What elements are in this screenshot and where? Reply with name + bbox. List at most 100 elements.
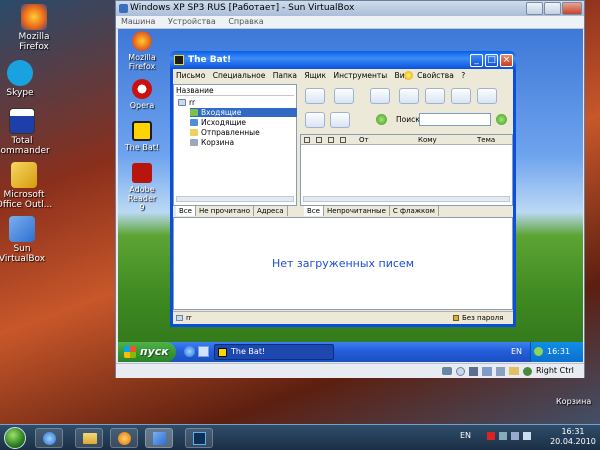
network-tray-icon[interactable]	[534, 347, 543, 356]
host-desktop-icon-virtualbox[interactable]: Sun VirtualBox	[0, 216, 54, 264]
virtualbox-close-button[interactable]	[562, 2, 582, 15]
guest-lang-indicator[interactable]: EN	[511, 347, 522, 356]
vbox-menu-devices[interactable]: Устройства	[163, 16, 221, 27]
tab-all[interactable]: Все	[176, 206, 196, 216]
bat-menu-options[interactable]: Свойства	[417, 71, 454, 80]
host-taskbar-media-player[interactable]	[110, 428, 138, 448]
network-icon[interactable]	[482, 367, 492, 376]
volume-icon[interactable]	[523, 432, 531, 440]
new-message-button[interactable]	[370, 88, 390, 104]
bat-menu-tools[interactable]: Инструменты	[333, 71, 387, 80]
usb-icon[interactable]	[496, 367, 505, 376]
host-taskbar-photoshop[interactable]	[185, 428, 213, 448]
cd-icon[interactable]	[456, 367, 465, 376]
the-bat-titlebar[interactable]: The Bat!	[170, 51, 516, 69]
bat-maximize-button[interactable]: □	[485, 54, 498, 67]
delete-button[interactable]	[477, 88, 497, 104]
column-to[interactable]: Кому	[418, 135, 437, 145]
reply-button[interactable]	[399, 88, 419, 104]
priority-column-icon[interactable]	[316, 137, 322, 143]
bat-minimize-button[interactable]: _	[470, 54, 483, 67]
host-start-button[interactable]	[4, 427, 26, 449]
search-go-icon[interactable]	[496, 114, 507, 125]
host-desktop-icon-total-commander[interactable]: Total Commander	[0, 108, 54, 156]
virtualbox-minimize-button[interactable]	[526, 2, 543, 15]
virtualbox-icon	[119, 4, 128, 13]
guest-tray: 16:31	[530, 342, 583, 362]
guest-icon-label: Adobe Reader 9	[127, 185, 157, 212]
the-bat-icon	[218, 348, 227, 357]
vbox-menu-help[interactable]: Справка	[223, 16, 268, 27]
host-taskbar-ie[interactable]	[35, 428, 63, 448]
message-list-scrollbar[interactable]	[303, 196, 510, 202]
search-input[interactable]	[419, 113, 491, 126]
tray-icon[interactable]	[499, 432, 507, 440]
bat-menu-folder[interactable]: Папка	[273, 71, 297, 80]
get-mail-button[interactable]	[305, 88, 325, 104]
flag-column-icon[interactable]	[328, 137, 334, 143]
bat-menu-help[interactable]: ?	[461, 71, 465, 80]
guest-icon-opera[interactable]: Opera	[118, 79, 166, 110]
sun-icon[interactable]	[404, 71, 413, 80]
bat-menu-special[interactable]: Специальное	[213, 71, 266, 80]
reply-all-button[interactable]	[425, 88, 445, 104]
guest-task-the-bat[interactable]: The Bat!	[214, 344, 334, 360]
mailbox-icon	[178, 99, 186, 106]
hdd-icon[interactable]	[442, 367, 452, 375]
tray-icon[interactable]	[511, 432, 519, 440]
column-subject[interactable]: Тема	[477, 135, 495, 145]
host-taskbar-virtualbox[interactable]	[145, 428, 173, 448]
the-bat-title: The Bat!	[188, 55, 232, 65]
opera-icon	[132, 79, 152, 99]
virtualbox-maximize-button[interactable]	[544, 2, 561, 15]
folder-tree-header[interactable]: Название	[176, 86, 294, 96]
tree-root-rr[interactable]: rr	[178, 98, 195, 107]
bat-menu-account[interactable]: Ящик	[304, 71, 326, 80]
guest-start-button[interactable]: пуск	[118, 342, 176, 362]
tab-flagged-messages[interactable]: С флажком	[390, 206, 439, 216]
column-from[interactable]: От	[359, 135, 369, 145]
bat-close-button[interactable]: ×	[500, 54, 513, 67]
skype-icon	[7, 60, 33, 86]
host-lang-indicator[interactable]: EN	[460, 431, 471, 440]
guest-icon-firefox[interactable]: Mozilla Firefox	[118, 31, 166, 71]
host-desktop-icon-skype[interactable]: Skype	[0, 60, 52, 98]
bat-menu-message[interactable]: Письмо	[176, 71, 205, 80]
tab-unread-messages[interactable]: Непрочитанные	[324, 206, 390, 216]
mouse-integration-icon[interactable]	[523, 367, 532, 376]
send-mail-button[interactable]	[334, 88, 354, 104]
bat-statusbar: rr Без пароля	[173, 311, 513, 323]
nav-back-icon[interactable]	[376, 114, 387, 125]
tray-icon[interactable]	[487, 432, 495, 440]
forward-button[interactable]	[451, 88, 471, 104]
vbox-menu-machine[interactable]: Машина	[116, 16, 160, 27]
tab-addresses[interactable]: Адреса	[254, 206, 288, 216]
tree-item-sent[interactable]: Отправленные	[190, 128, 260, 137]
guest-icon-the-bat[interactable]: The Bat!	[118, 121, 166, 152]
read-column-icon[interactable]	[340, 137, 346, 143]
shared-folders-icon[interactable]	[509, 367, 519, 375]
floppy-icon[interactable]	[469, 367, 478, 376]
host-taskbar-explorer[interactable]	[75, 428, 103, 448]
host-clock[interactable]: 16:31 20.04.2010	[548, 427, 598, 447]
internet-explorer-icon	[43, 432, 56, 445]
tree-scrollbar[interactable]	[176, 196, 294, 202]
address-book-button[interactable]	[305, 112, 325, 128]
tree-item-inbox[interactable]: Входящие	[190, 108, 297, 117]
tree-item-outbox[interactable]: Исходящие	[190, 118, 246, 127]
tree-item-trash[interactable]: Корзина	[190, 138, 234, 147]
quicklaunch-desktop-icon[interactable]	[198, 346, 209, 357]
virtualbox-titlebar[interactable]: Windows XP SP3 RUS [Работает] - Sun Virt…	[116, 1, 584, 16]
attachment-column-icon[interactable]	[304, 137, 310, 143]
filters-button[interactable]	[330, 112, 350, 128]
tab-unread[interactable]: Не прочитано	[196, 206, 254, 216]
host-desktop-icon-firefox[interactable]: Mozilla Firefox	[2, 4, 66, 52]
tab-all-messages[interactable]: Все	[304, 206, 324, 216]
quicklaunch-ie-icon[interactable]	[184, 346, 195, 357]
virtualbox-menubar: Машина Устройства Справка	[116, 16, 584, 29]
guest-icon-adobe-reader[interactable]: Adobe Reader 9	[118, 163, 166, 212]
windows-flag-icon	[124, 346, 136, 358]
the-bat-icon	[174, 55, 184, 65]
host-desktop-icon-outlook[interactable]: Microsoft Office Outl...	[0, 162, 56, 210]
lock-icon	[453, 315, 459, 321]
